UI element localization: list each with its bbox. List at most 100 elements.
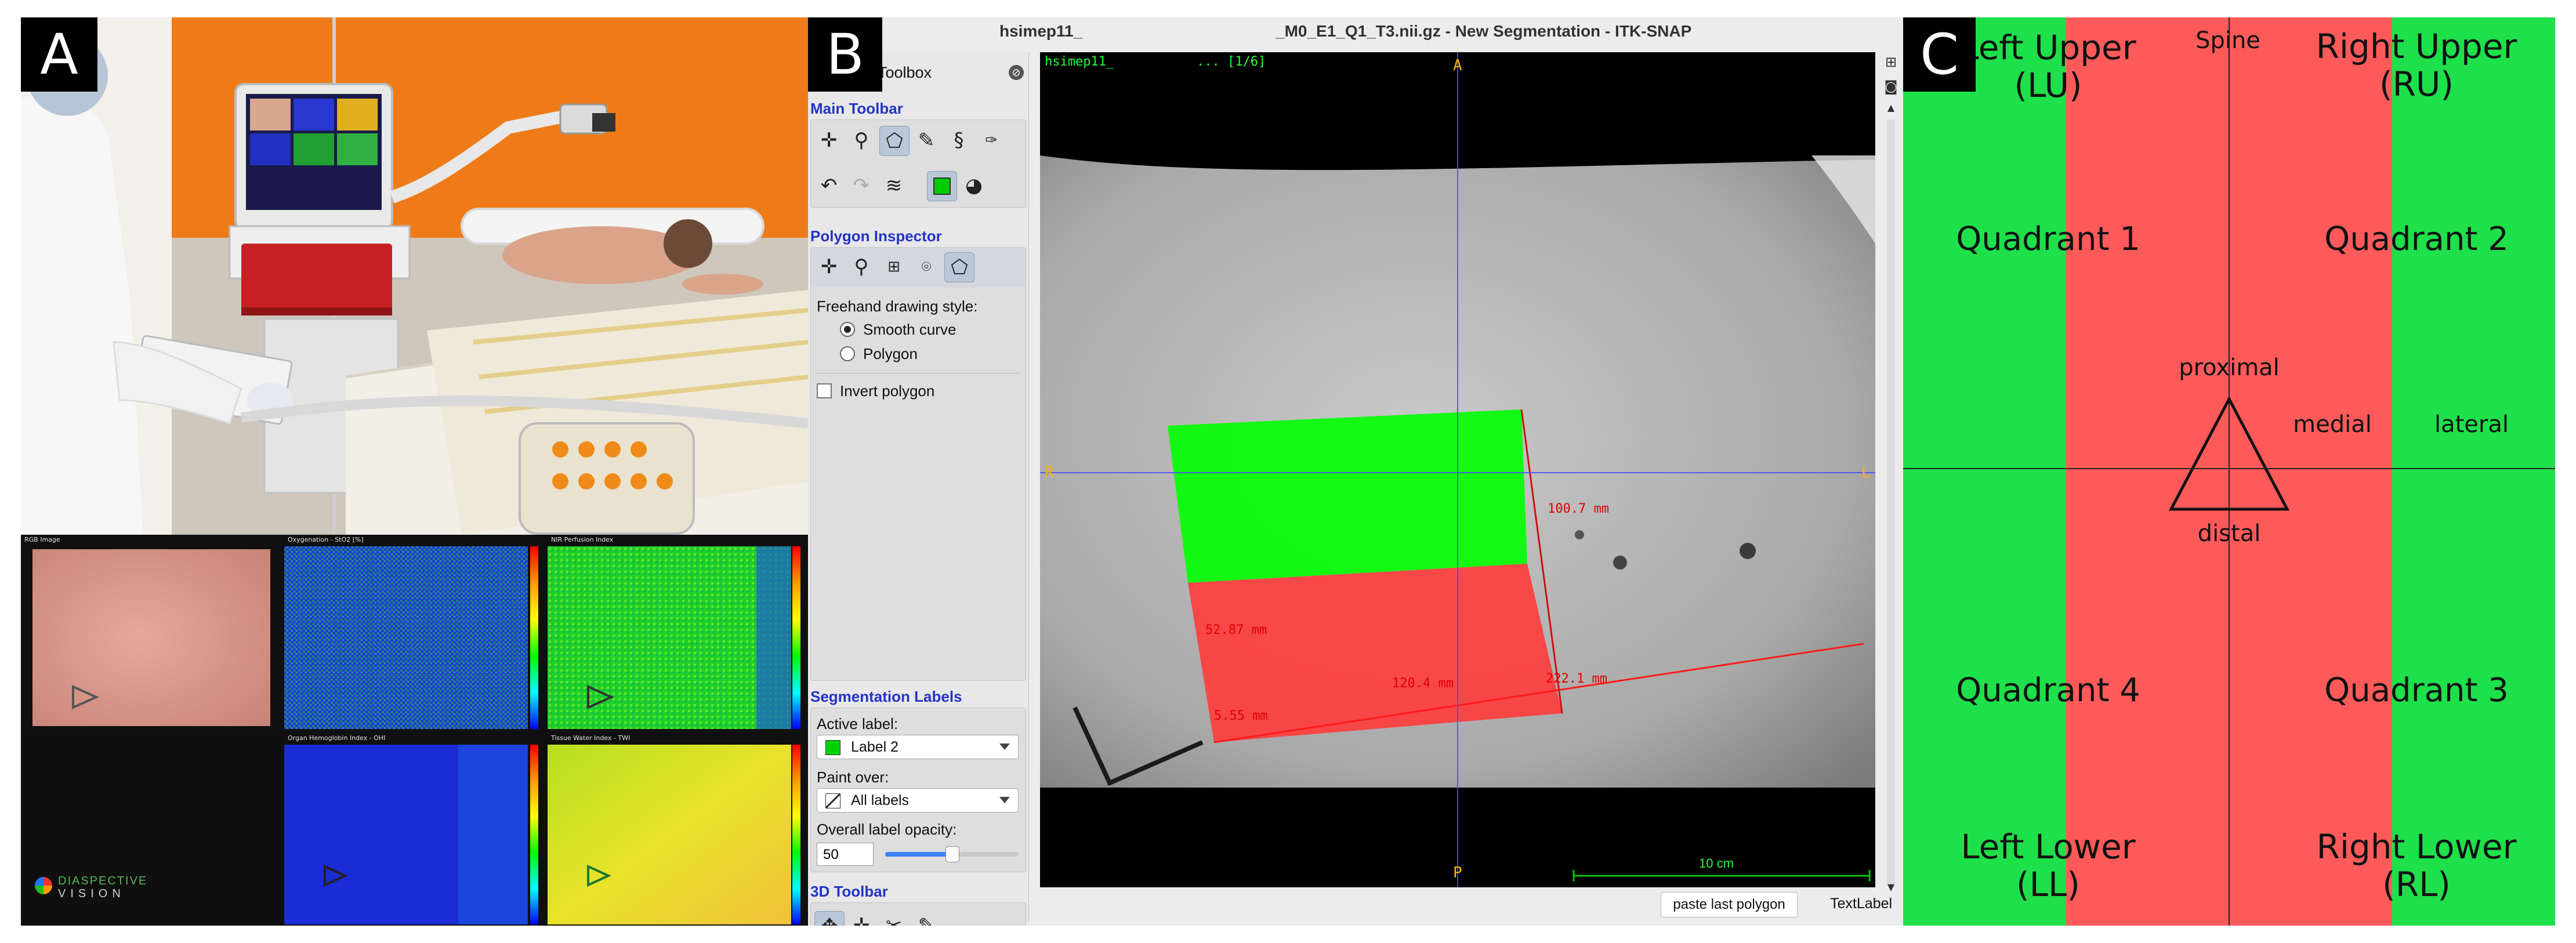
twi-heatmap bbox=[548, 745, 791, 924]
smooth-curve-radio[interactable] bbox=[840, 322, 855, 337]
active-label-swatch bbox=[825, 740, 840, 755]
oxygenation-scalebar bbox=[530, 546, 538, 729]
layout-grid-icon[interactable]: ⊞ bbox=[1882, 53, 1900, 71]
text-label: TextLabel bbox=[1830, 895, 1893, 912]
quadrant-1-label: Quadrant 1 bbox=[1956, 220, 2140, 258]
nir-perfusion-heatmap bbox=[548, 546, 791, 729]
opacity-value: 50 bbox=[823, 847, 839, 862]
opacity-slider-handle[interactable] bbox=[945, 846, 959, 862]
segmentation-labels: Active label: Label 2 Paint over: All la… bbox=[810, 708, 1026, 872]
main-toolbar-title: Main Toolbar bbox=[810, 100, 903, 117]
inspector-crosshair-icon[interactable]: ✛ bbox=[814, 252, 843, 281]
3d-spray-icon[interactable]: ✎ bbox=[912, 911, 941, 926]
redo-icon[interactable]: ↷ bbox=[847, 171, 876, 200]
paintbrush-tool-icon[interactable]: ✎ bbox=[912, 126, 941, 155]
quadrant-2-label: Quadrant 2 bbox=[2324, 220, 2509, 258]
clinical-photo-illustration bbox=[21, 17, 808, 535]
active-label-dropdown[interactable]: Label 2 bbox=[817, 735, 1019, 759]
paint-over-title: Paint over: bbox=[817, 768, 889, 786]
snake-tool-icon[interactable]: § bbox=[944, 126, 973, 155]
label-color-icon[interactable] bbox=[927, 171, 957, 201]
invert-polygon-label: Invert polygon bbox=[840, 382, 935, 400]
opacity-title: Overall label opacity: bbox=[817, 821, 957, 838]
crosshair-tool-icon[interactable]: ✛ bbox=[814, 126, 843, 155]
zoom-tool-icon[interactable]: ⚲ bbox=[847, 126, 876, 155]
active-label-title: Active label: bbox=[817, 715, 898, 732]
viewer-filename: hsimep11_ bbox=[1045, 55, 1114, 69]
panel-a-clinical-setup: RGB Image Oxygenation - StO2 [%] NIR Per… bbox=[21, 17, 808, 926]
paste-last-polygon-button[interactable]: paste last polygon bbox=[1661, 892, 1798, 917]
nir-perfusion-view: NIR Perfusion Index bbox=[548, 535, 808, 732]
distal-label: distal bbox=[2197, 520, 2261, 547]
left-lower-label: Left Lower (LL) bbox=[1961, 827, 2136, 904]
logo-line1: DIASPECTIVE bbox=[58, 875, 148, 887]
polygon-tool-icon[interactable]: ⬠ bbox=[879, 126, 910, 156]
quadrant-4-label: Quadrant 4 bbox=[1956, 672, 2140, 709]
inspector-brush-icon[interactable]: ⌾ bbox=[912, 252, 941, 281]
rgb-image-view: RGB Image bbox=[21, 535, 282, 732]
window-title-right: _M0_E1_Q1_T3.nii.gz - New Segmentation -… bbox=[1276, 22, 1692, 40]
panel-letter-c: C bbox=[1903, 17, 1976, 92]
logo-line2: VISION bbox=[58, 887, 125, 900]
camera-icon[interactable]: ◙ bbox=[1882, 78, 1900, 95]
smooth-curve-label: Smooth curve bbox=[863, 321, 957, 338]
spine-label: Spine bbox=[2195, 27, 2260, 54]
measurement-3: 120.4 mm bbox=[1392, 676, 1454, 691]
oxygenation-heatmap bbox=[284, 546, 528, 729]
inspector-grid-icon[interactable]: ⊞ bbox=[879, 252, 908, 281]
invert-polygon-checkbox[interactable] bbox=[817, 383, 832, 398]
3d-scalpel-icon[interactable]: ✂ bbox=[879, 911, 908, 926]
diaspective-logo-icon bbox=[35, 877, 52, 894]
orientation-triangle bbox=[2168, 396, 2290, 511]
right-lower-label: Right Lower (RL) bbox=[2316, 827, 2517, 904]
segmentation-labels-title: Segmentation Labels bbox=[810, 688, 962, 705]
toolbox-close-icon[interactable]: ⊘ bbox=[1009, 65, 1024, 80]
measurement-4: 222.1 mm bbox=[1546, 672, 1607, 686]
proximal-label: proximal bbox=[2179, 354, 2280, 381]
inspector-zoom-icon[interactable]: ⚲ bbox=[847, 252, 876, 281]
panel-letter-a: A bbox=[21, 17, 97, 92]
3d-toolbar: ✥ ✛ ✂ ✎ bbox=[810, 902, 1026, 926]
measurement-2: 52.87 mm bbox=[1205, 623, 1267, 637]
twi-view: Tissue Water Index - TWI bbox=[548, 733, 808, 926]
freehand-label: Freehand drawing style: bbox=[817, 298, 978, 315]
slice-viewer[interactable]: hsimep11_ ... [1/6] A P R L 100.7 mm 52.… bbox=[1040, 52, 1875, 887]
rgb-image-drawing bbox=[32, 549, 270, 726]
scale-bar-label: 10 cm bbox=[1699, 856, 1734, 871]
ohi-heatmap bbox=[284, 745, 528, 924]
right-upper-label: Right Upper (RU) bbox=[2316, 27, 2517, 104]
slice-scrollbar[interactable] bbox=[1887, 119, 1895, 885]
opacity-slider-track[interactable] bbox=[885, 846, 1019, 862]
oxygenation-view: Oxygenation - StO2 [%] bbox=[284, 535, 545, 732]
window-title-left: hsimep11_ bbox=[999, 22, 1083, 40]
toolbox-panel: Toolbox ⊘ Main Toolbar ✛ ⚲ ⬠ ✎ § ✑ ↶ ↷ ≋… bbox=[808, 52, 1029, 926]
quadrant-3-label: Quadrant 3 bbox=[2324, 672, 2509, 709]
measurement-5: 5.55 mm bbox=[1214, 709, 1268, 723]
3d-rotate-icon[interactable]: ✥ bbox=[814, 911, 845, 926]
slice-image bbox=[1040, 52, 1875, 887]
ohi-view: Organ Hemoglobin Index - OHI bbox=[284, 733, 545, 926]
polygon-inspector-title: Polygon Inspector bbox=[810, 227, 942, 245]
chevron-down-icon bbox=[999, 797, 1010, 803]
paint-over-icon bbox=[825, 793, 840, 808]
chevron-down-icon bbox=[999, 743, 1010, 750]
palette-icon[interactable]: ◕ bbox=[959, 171, 988, 200]
layers-icon[interactable]: ≋ bbox=[879, 171, 908, 200]
opacity-input[interactable]: 50 bbox=[817, 843, 874, 866]
undo-icon[interactable]: ↶ bbox=[814, 171, 843, 200]
scroll-down-icon[interactable]: ▼ bbox=[1882, 878, 1900, 895]
active-label-value: Label 2 bbox=[851, 739, 899, 755]
measurement-1: 100.7 mm bbox=[1548, 502, 1609, 516]
polygon-radio[interactable] bbox=[840, 346, 855, 361]
inspector-polygon-icon[interactable]: ⬠ bbox=[944, 252, 974, 282]
orientation-top: A bbox=[1453, 57, 1462, 74]
medial-label: medial bbox=[2293, 411, 2372, 438]
clinical-photo bbox=[21, 17, 808, 535]
scroll-up-icon[interactable]: ▲ bbox=[1882, 99, 1900, 116]
panel-c-quadrant-diagram: Left Upper (LU) Right Upper (RU) Spine Q… bbox=[1903, 17, 2555, 926]
paint-over-dropdown[interactable]: All labels bbox=[817, 788, 1019, 813]
3d-crosshair-icon[interactable]: ✛ bbox=[847, 911, 876, 926]
polygon-inspector: ✛ ⚲ ⊞ ⌾ ⬠ Freehand drawing style: Smooth… bbox=[810, 247, 1026, 681]
annotation-tool-icon[interactable]: ✑ bbox=[977, 126, 1006, 155]
orientation-bottom: P bbox=[1453, 864, 1462, 882]
